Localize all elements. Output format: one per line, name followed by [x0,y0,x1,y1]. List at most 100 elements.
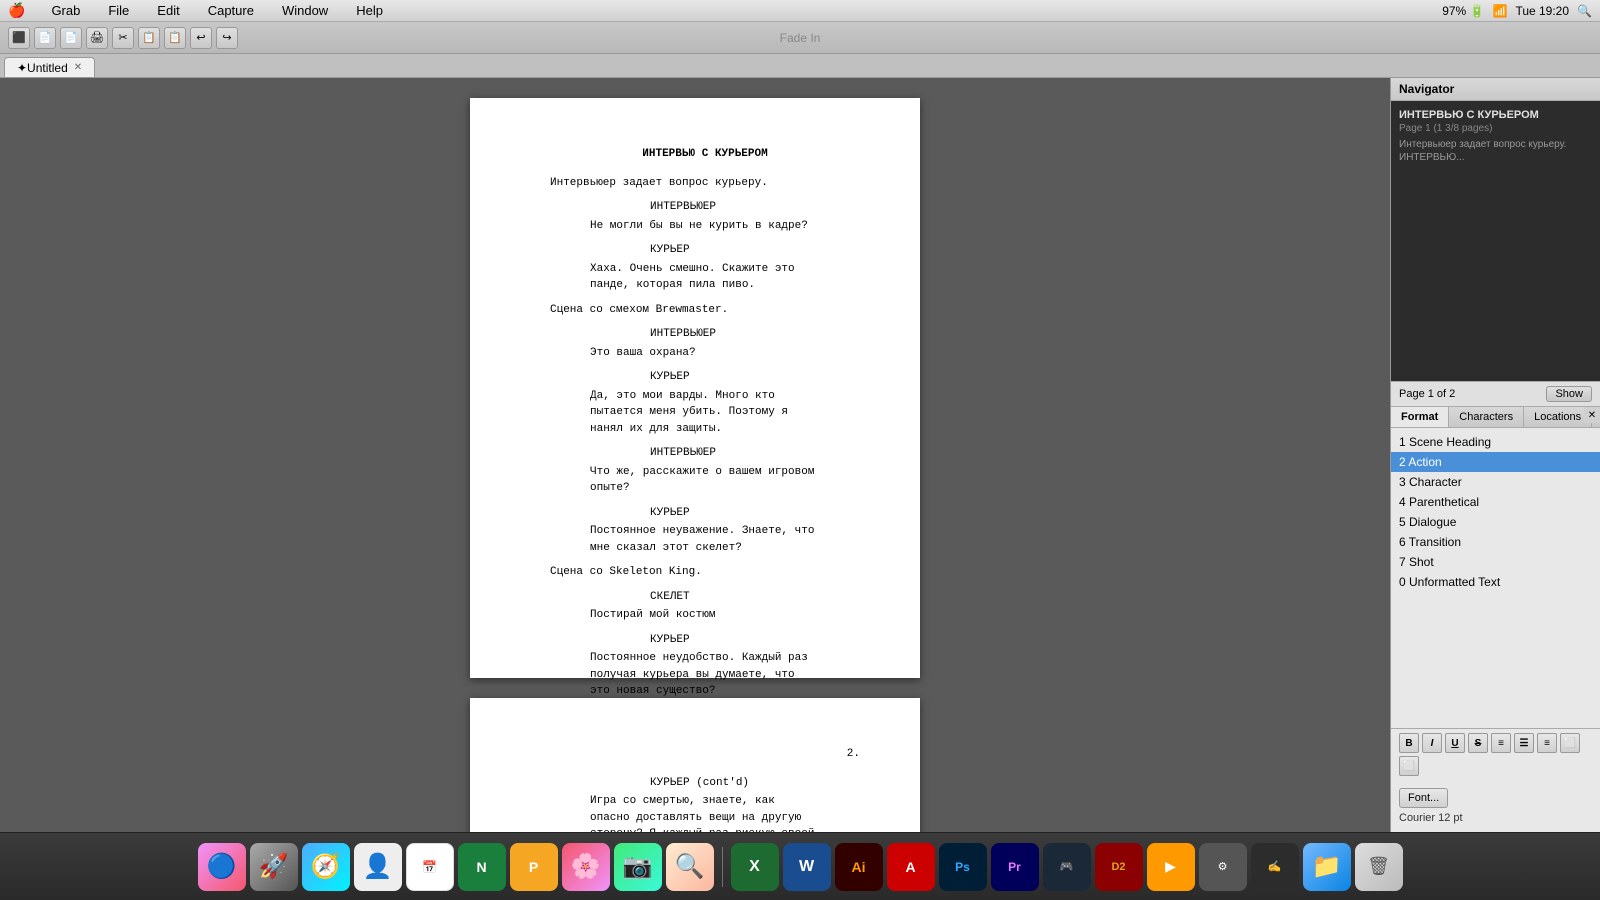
format-item-transition[interactable]: 6 Transition [1391,532,1600,552]
main-area: ИНТЕРВЬЮ С КУРЬЕРОМ Интервьюер задает во… [0,78,1600,832]
battery-status: 97% 🔋 [1442,4,1484,18]
format-item-parenthetical[interactable]: 4 Parenthetical [1391,492,1600,512]
dock-separator-1 [722,847,723,887]
italic-button[interactable]: I [1422,733,1442,753]
tab-locations[interactable]: Locations [1524,407,1592,427]
align-left-button[interactable]: ≡ [1491,733,1511,753]
dialogue-line: Да, это мои варды. Много кто пытается ме… [590,388,820,438]
menu-edit[interactable]: Edit [151,2,185,19]
page-indicator: Page 1 of 2 Show [1391,381,1600,406]
show-button[interactable]: Show [1546,386,1592,402]
action-line: Сцена со Skeleton King. [550,564,860,581]
toolbar-btn-1[interactable]: ⬛ [8,27,30,49]
search-icon[interactable]: 🔍 [1577,4,1592,18]
dock-icon-photoshop[interactable]: Ps [939,843,987,891]
dock-icon-steam[interactable]: 🎮 [1043,843,1091,891]
menu-grab[interactable]: Grab [45,2,86,19]
strikethrough-button[interactable]: S [1468,733,1488,753]
format-item-character[interactable]: 3 Character [1391,472,1600,492]
format-item-dialogue[interactable]: 5 Dialogue [1391,512,1600,532]
toolbar-btn-4[interactable]: 🖨 [86,27,108,49]
dock-icon-instruments[interactable]: ⚙ [1199,843,1247,891]
character-line: КУРЬЕР [650,369,860,386]
wifi-status: 📶 [1492,4,1507,18]
format-item-shot[interactable]: 7 Shot [1391,552,1600,572]
dock-icon-illustrator[interactable]: Ai [835,843,883,891]
menubar-right: 97% 🔋 📶 Tue 19:20 🔍 [1442,4,1592,18]
tab-label: ✦Untitled [17,61,68,75]
dock-icon-acrobat[interactable]: A [887,843,935,891]
underline-button[interactable]: U [1445,733,1465,753]
script-page-1: ИНТЕРВЬЮ С КУРЬЕРОМ Интервьюер задает во… [470,98,920,678]
tab-close-btn[interactable]: ✕ [74,62,82,73]
character-line: КУРЬЕР (cont'd) [650,775,860,792]
dock-icon-script[interactable]: ✍ [1251,843,1299,891]
menu-capture[interactable]: Capture [202,2,260,19]
toolbar-btn-5[interactable]: ✂ [112,27,134,49]
dock-icon-premiere[interactable]: Pr [991,843,1039,891]
dock-icon-finder[interactable]: 🔵 [198,843,246,891]
character-line: КУРЬЕР [650,242,860,259]
toolbar-btn-6[interactable]: 📋 [138,27,160,49]
format-extra-1[interactable]: ⬜ [1560,733,1580,753]
format-tabs: Format Characters Locations Other [1391,407,1600,428]
format-item-action[interactable]: 2 Action [1391,452,1600,472]
tab-format[interactable]: Format [1391,407,1449,427]
clock: Tue 19:20 [1515,4,1569,18]
dock-icon-trash[interactable]: 🗑 [1355,843,1403,891]
navigator-section: Navigator ИНТЕРВЬЮ С КУРЬЕРОМ Page 1 (1 … [1391,78,1600,407]
dock-icon-word[interactable]: W [783,843,831,891]
panel-close-button[interactable]: ✕ [1584,407,1600,423]
navigator-content: ИНТЕРВЬЮ С КУРЬЕРОМ Page 1 (1 3/8 pages)… [1391,101,1600,181]
align-right-button[interactable]: ≡ [1537,733,1557,753]
character-line: КУРЬЕР [650,632,860,649]
action-line: Интервьюер задает вопрос курьеру. [550,175,860,192]
bold-button[interactable]: B [1399,733,1419,753]
nav-preview-text: Интервьюер задает вопрос курьеру. ИНТЕРВ… [1399,138,1592,164]
dock-icon-addressbook[interactable]: 👤 [354,843,402,891]
dialogue-line: Хаха. Очень смешно. Скажите это панде, к… [590,261,820,294]
dialogue-line: Это ваша охрана? [590,345,820,362]
dock-icon-vlc[interactable]: ▶ [1147,843,1195,891]
script-area[interactable]: ИНТЕРВЬЮ С КУРЬЕРОМ Интервьюер задает во… [0,78,1390,832]
format-toolbar: B I U S ≡ ☰ ≡ ⬜ ⬜ [1391,728,1600,780]
script-title: ИНТЕРВЬЮ С КУРЬЕРОМ [550,146,860,163]
align-center-button[interactable]: ☰ [1514,733,1534,753]
dock-icon-ical[interactable]: 📅 [406,843,454,891]
toolbar-btn-3[interactable]: 📄 [60,27,82,49]
dialogue-line: Постоянное неуважение. Знаете, что мне с… [590,523,820,556]
dock-icon-preview[interactable]: 🔍 [666,843,714,891]
format-item-unformatted[interactable]: 0 Unformatted Text [1391,572,1600,592]
character-line: ИНТЕРВЬЮЕР [650,445,860,462]
menubar: 🍎 Grab File Edit Capture Window Help 97%… [0,0,1600,22]
dock-icon-launchpad[interactable]: 🚀 [250,843,298,891]
format-spacer [1391,596,1600,728]
toolbar-btn-9[interactable]: ↪ [216,27,238,49]
dock-icon-grab[interactable]: 📷 [614,843,662,891]
tab-untitled[interactable]: ✦Untitled ✕ [4,57,95,77]
dock-icon-filemanager[interactable]: 📁 [1303,843,1351,891]
menu-help[interactable]: Help [350,2,389,19]
dock-icon-safari[interactable]: 🧭 [302,843,350,891]
font-button[interactable]: Font... [1399,788,1448,808]
dock-icon-photos[interactable]: 🌸 [562,843,610,891]
dock-icon-dota[interactable]: D2 [1095,843,1143,891]
toolbar-btn-7[interactable]: 📋 [164,27,186,49]
navigator-header: Navigator [1391,78,1600,101]
right-panel: Navigator ИНТЕРВЬЮ С КУРЬЕРОМ Page 1 (1 … [1390,78,1600,832]
toolbar-btn-2[interactable]: 📄 [34,27,56,49]
toolbar-btn-8[interactable]: ↩ [190,27,212,49]
page-number: 2. [550,746,860,763]
dock: 🔵 🚀 🧭 👤 📅 N P 🌸 📷 🔍 X W Ai A Ps Pr 🎮 D2 … [0,832,1600,900]
dock-icon-pages[interactable]: P [510,843,558,891]
menu-file[interactable]: File [102,2,135,19]
dock-icon-numbers[interactable]: N [458,843,506,891]
format-item-scene-heading[interactable]: 1 Scene Heading [1391,432,1600,452]
tab-characters[interactable]: Characters [1449,407,1524,427]
dialogue-line: Постирай мой костюм [590,607,820,624]
dock-icon-excel[interactable]: X [731,843,779,891]
toolbar: ⬛ 📄 📄 🖨 ✂ 📋 📋 ↩ ↪ Fade In [0,22,1600,54]
format-extra-2[interactable]: ⬜ [1399,756,1419,776]
format-section: ✕ Format Characters Locations Other 1 Sc… [1391,407,1600,832]
menu-window[interactable]: Window [276,2,334,19]
